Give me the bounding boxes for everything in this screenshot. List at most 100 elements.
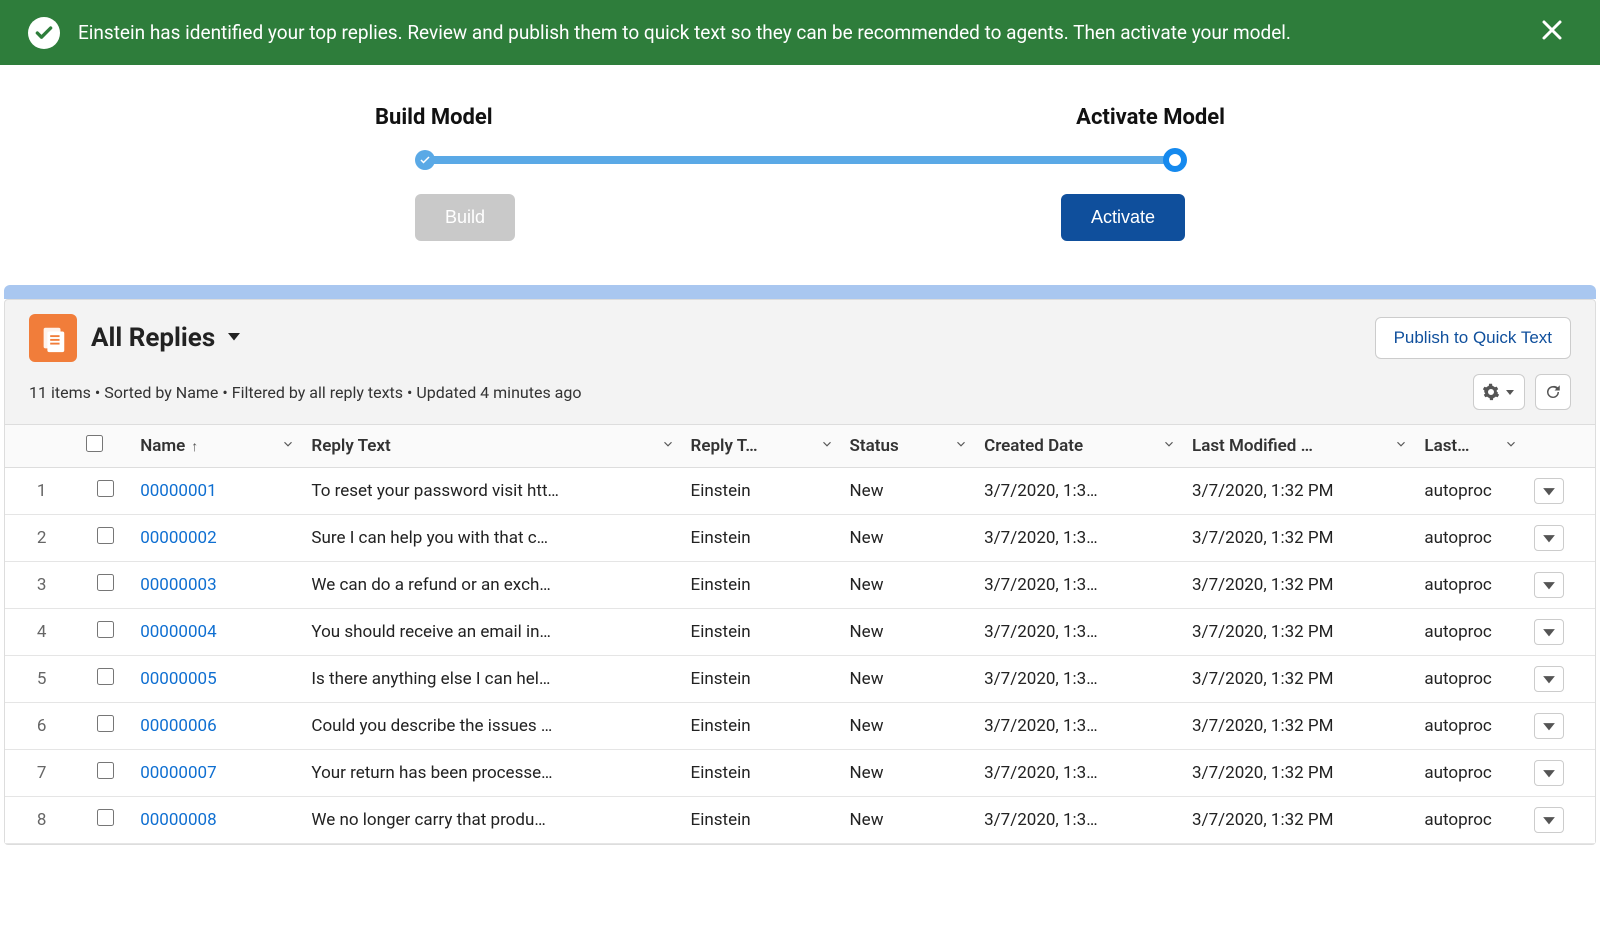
record-link[interactable]: 00000004: [140, 622, 216, 642]
record-link[interactable]: 00000006: [140, 716, 216, 736]
record-link[interactable]: 00000007: [140, 763, 216, 783]
col-name[interactable]: Name↑: [132, 425, 303, 468]
list-meta: 11 items • Sorted by Name • Filtered by …: [29, 383, 1463, 402]
row-checkbox[interactable]: [97, 668, 114, 685]
row-action-menu[interactable]: [1534, 807, 1564, 833]
caret-down-icon: [1542, 719, 1556, 733]
caret-down-icon: [1542, 531, 1556, 545]
record-link[interactable]: 00000002: [140, 528, 216, 548]
modified-cell: 3/7/2020, 1:32 PM: [1184, 750, 1416, 797]
row-action-menu[interactable]: [1534, 713, 1564, 739]
created-cell: 3/7/2020, 1:3…: [976, 468, 1184, 515]
record-link[interactable]: 00000001: [140, 481, 216, 501]
reply-text-cell: Could you describe the issues …: [303, 703, 682, 750]
row-action-menu[interactable]: [1534, 572, 1564, 598]
step-activate-label: Activate Model: [1076, 105, 1225, 130]
status-cell: New: [842, 703, 977, 750]
gear-icon: [1482, 383, 1500, 401]
refresh-button[interactable]: [1535, 374, 1571, 410]
activate-button[interactable]: Activate: [1061, 194, 1185, 241]
col-status[interactable]: Status: [842, 425, 977, 468]
status-cell: New: [842, 797, 977, 844]
status-cell: New: [842, 656, 977, 703]
row-checkbox[interactable]: [97, 621, 114, 638]
reply-text-cell: Is there anything else I can hel…: [303, 656, 682, 703]
row-action-menu[interactable]: [1534, 619, 1564, 645]
row-action-menu[interactable]: [1534, 666, 1564, 692]
caret-down-icon: [1542, 672, 1556, 686]
table-row: 600000006Could you describe the issues ……: [5, 703, 1595, 750]
status-cell: New: [842, 515, 977, 562]
reply-text-cell: Sure I can help you with that c…: [303, 515, 682, 562]
modified-cell: 3/7/2020, 1:32 PM: [1184, 468, 1416, 515]
col-select-all[interactable]: [78, 425, 132, 468]
table-row: 2 00000002 Sure I can help you with that c…: [5, 515, 1595, 562]
modified-cell: 3/7/2020, 1:32 PM: [1184, 609, 1416, 656]
chevron-down-icon: [1394, 436, 1408, 456]
reply-text-cell: We no longer carry that produ…: [303, 797, 682, 844]
table-row: 1 00000001 To reset your password visit ht…: [5, 468, 1595, 515]
row-action-menu[interactable]: [1534, 760, 1564, 786]
caret-down-icon: [1542, 578, 1556, 592]
step-build-label: Build Model: [375, 105, 493, 130]
row-checkbox[interactable]: [97, 715, 114, 732]
refresh-icon: [1544, 383, 1562, 401]
row-number: 1: [5, 468, 78, 515]
chevron-down-icon: [1504, 436, 1518, 456]
col-rownum: [5, 425, 78, 468]
last-cell: autoproc: [1416, 515, 1526, 562]
select-all-checkbox[interactable]: [86, 435, 103, 452]
created-cell: 3/7/2020, 1:3…: [976, 656, 1184, 703]
row-number: 7: [5, 750, 78, 797]
close-icon: [1540, 18, 1564, 42]
reply-type-cell: Einstein: [683, 797, 842, 844]
row-checkbox[interactable]: [97, 762, 114, 779]
row-checkbox[interactable]: [97, 527, 114, 544]
created-cell: 3/7/2020, 1:3…: [976, 515, 1184, 562]
record-link[interactable]: 00000003: [140, 575, 216, 595]
created-cell: 3/7/2020, 1:3…: [976, 797, 1184, 844]
created-cell: 3/7/2020, 1:3…: [976, 562, 1184, 609]
created-cell: 3/7/2020, 1:3…: [976, 703, 1184, 750]
table-row: 700000007Your return has been processe…E…: [5, 750, 1595, 797]
caret-down-icon: [1504, 383, 1516, 402]
col-reply-t2[interactable]: Reply T…: [683, 425, 842, 468]
progress-node-build: [415, 150, 435, 170]
publish-to-quick-text-button[interactable]: Publish to Quick Text: [1375, 317, 1571, 359]
last-cell: autoproc: [1416, 468, 1526, 515]
row-checkbox[interactable]: [97, 809, 114, 826]
table-row: 500000005Is there anything else I can he…: [5, 656, 1595, 703]
col-last[interactable]: Last…: [1416, 425, 1526, 468]
last-cell: autoproc: [1416, 656, 1526, 703]
replies-table: Name↑ Reply Text Reply T… Status Created…: [5, 424, 1595, 844]
list-settings-button[interactable]: [1473, 374, 1525, 410]
created-cell: 3/7/2020, 1:3…: [976, 750, 1184, 797]
modified-cell: 3/7/2020, 1:32 PM: [1184, 797, 1416, 844]
col-created[interactable]: Created Date: [976, 425, 1184, 468]
row-checkbox[interactable]: [97, 480, 114, 497]
status-cell: New: [842, 562, 977, 609]
list-view-picker[interactable]: All Replies: [91, 323, 243, 353]
model-path: Build Model Activate Model Build Activat…: [0, 65, 1600, 285]
col-reply-text[interactable]: Reply Text: [303, 425, 682, 468]
chevron-down-icon: [661, 436, 675, 456]
record-link[interactable]: 00000005: [140, 669, 216, 689]
reply-text-cell: To reset your password visit htt…: [303, 468, 682, 515]
row-number: 4: [5, 609, 78, 656]
caret-down-icon: [1542, 625, 1556, 639]
record-link[interactable]: 00000008: [140, 810, 216, 830]
row-checkbox[interactable]: [97, 574, 114, 591]
col-modified[interactable]: Last Modified …: [1184, 425, 1416, 468]
row-number: 2: [5, 515, 78, 562]
caret-down-icon: [1542, 813, 1556, 827]
row-action-menu[interactable]: [1534, 478, 1564, 504]
col-actions: [1526, 425, 1595, 468]
banner-close-button[interactable]: [1532, 14, 1572, 51]
chevron-down-icon: [281, 436, 295, 456]
row-action-menu[interactable]: [1534, 525, 1564, 551]
build-button: Build: [415, 194, 515, 241]
chevron-down-icon: [1162, 436, 1176, 456]
reply-text-cell: We can do a refund or an exch…: [303, 562, 682, 609]
reply-text-cell: You should receive an email in…: [303, 609, 682, 656]
list-title: All Replies: [91, 323, 215, 353]
